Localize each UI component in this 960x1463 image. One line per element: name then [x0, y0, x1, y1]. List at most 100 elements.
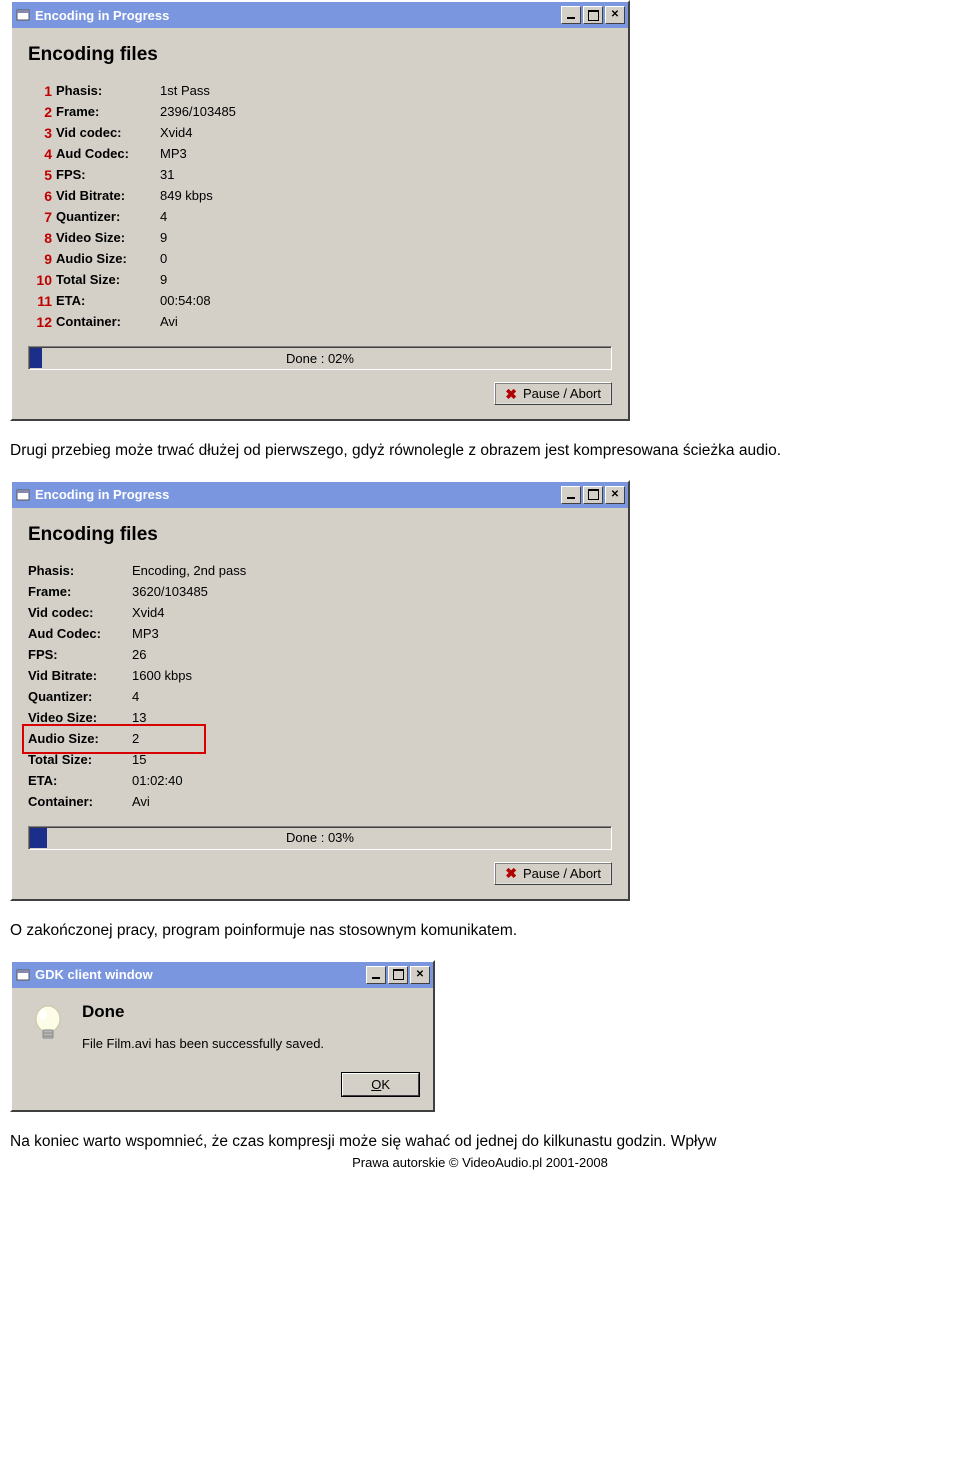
- row-value: Xvid4: [132, 605, 165, 620]
- pause-abort-button[interactable]: ✖ Pause / Abort: [494, 862, 612, 885]
- done-heading: Done: [82, 1002, 419, 1022]
- status-row: Container:Avi: [28, 791, 612, 812]
- status-row: FPS:26: [28, 644, 612, 665]
- row-label: Quantizer:: [56, 209, 160, 224]
- maximize-button[interactable]: [583, 6, 603, 24]
- row-value: Encoding, 2nd pass: [132, 563, 246, 578]
- pause-abort-label: Pause / Abort: [523, 866, 601, 881]
- row-number: 2: [28, 104, 56, 120]
- pause-abort-label: Pause / Abort: [523, 386, 601, 401]
- row-number: 9: [28, 251, 56, 267]
- done-dialog: GDK client window ✕ Done File Film.avi h: [10, 960, 435, 1112]
- row-label: FPS:: [28, 647, 132, 662]
- row-value: 15: [132, 752, 146, 767]
- row-label: ETA:: [56, 293, 160, 308]
- close-button[interactable]: ✕: [605, 486, 625, 504]
- row-value: 9: [160, 272, 167, 287]
- row-number: 8: [28, 230, 56, 246]
- row-label: Audio Size:: [28, 731, 132, 746]
- row-value: Avi: [132, 794, 150, 809]
- row-value: MP3: [132, 626, 159, 641]
- row-value: MP3: [160, 146, 187, 161]
- row-value: 13: [132, 710, 146, 725]
- pause-abort-button[interactable]: ✖ Pause / Abort: [494, 382, 612, 405]
- copyright-footer: Prawa autorskie © VideoAudio.pl 2001-200…: [10, 1155, 950, 1170]
- titlebar[interactable]: Encoding in Progress ✕: [12, 482, 628, 508]
- minimize-button[interactable]: [561, 6, 581, 24]
- close-button[interactable]: ✕: [605, 6, 625, 24]
- dialog-heading: Encoding files: [28, 524, 612, 546]
- progress-text: Done : 02%: [29, 347, 611, 369]
- status-row: 6Vid Bitrate:849 kbps: [28, 185, 612, 206]
- row-label: FPS:: [56, 167, 160, 182]
- row-label: Container:: [28, 794, 132, 809]
- minimize-button[interactable]: [561, 486, 581, 504]
- cancel-icon: ✖: [505, 866, 517, 880]
- dialog-heading: Encoding files: [28, 44, 612, 66]
- ok-button[interactable]: OK: [342, 1073, 419, 1096]
- status-row: Vid Bitrate:1600 kbps: [28, 665, 612, 686]
- row-value: 0: [160, 251, 167, 266]
- row-number: 11: [28, 293, 56, 309]
- row-value: 3620/103485: [132, 584, 208, 599]
- status-rows: 1Phasis:1st Pass2Frame:2396/1034853Vid c…: [28, 80, 612, 332]
- row-label: Video Size:: [56, 230, 160, 245]
- app-icon: [15, 7, 31, 23]
- row-number: 1: [28, 83, 56, 99]
- app-icon: [15, 487, 31, 503]
- status-row: 9Audio Size:0: [28, 248, 612, 269]
- window-title: GDK client window: [35, 967, 366, 982]
- lightbulb-icon: [26, 1002, 70, 1046]
- progress-text: Done : 03%: [29, 827, 611, 849]
- app-icon: [15, 967, 31, 983]
- row-label: Vid codec:: [56, 125, 160, 140]
- row-number: 10: [28, 272, 56, 288]
- titlebar[interactable]: GDK client window ✕: [12, 962, 433, 988]
- row-value: 1600 kbps: [132, 668, 192, 683]
- row-number: 6: [28, 188, 56, 204]
- encoding-window-1: Encoding in Progress ✕ Encoding files 1P…: [10, 0, 630, 421]
- row-value: 849 kbps: [160, 188, 213, 203]
- status-row: Aud Codec:MP3: [28, 623, 612, 644]
- status-row: 1Phasis:1st Pass: [28, 80, 612, 101]
- maximize-button[interactable]: [388, 966, 408, 984]
- paragraph-2: O zakończonej pracy, program poinformuje…: [10, 921, 930, 942]
- status-row: 8Video Size:9: [28, 227, 612, 248]
- titlebar[interactable]: Encoding in Progress ✕: [12, 2, 628, 28]
- row-number: 5: [28, 167, 56, 183]
- row-number: 7: [28, 209, 56, 225]
- row-value: 2396/103485: [160, 104, 236, 119]
- row-label: Video Size:: [28, 710, 132, 725]
- row-value: 4: [160, 209, 167, 224]
- maximize-button[interactable]: [583, 486, 603, 504]
- row-label: Audio Size:: [56, 251, 160, 266]
- status-row: 10Total Size:9: [28, 269, 612, 290]
- row-label: Aud Codec:: [28, 626, 132, 641]
- row-value: 31: [160, 167, 174, 182]
- row-number: 12: [28, 314, 56, 330]
- status-row: 3Vid codec:Xvid4: [28, 122, 612, 143]
- progress-bar: Done : 03%: [28, 826, 612, 850]
- status-row: Phasis:Encoding, 2nd pass: [28, 560, 612, 581]
- status-row: 12Container:Avi: [28, 311, 612, 332]
- window-title: Encoding in Progress: [35, 487, 561, 502]
- close-button[interactable]: ✕: [410, 966, 430, 984]
- status-row: 11ETA:00:54:08: [28, 290, 612, 311]
- status-row: Quantizer:4: [28, 686, 612, 707]
- row-value: Avi: [160, 314, 178, 329]
- done-message: File Film.avi has been successfully save…: [82, 1036, 419, 1051]
- window-title: Encoding in Progress: [35, 8, 561, 23]
- status-row: ETA:01:02:40: [28, 770, 612, 791]
- row-number: 4: [28, 146, 56, 162]
- status-row: Total Size:15: [28, 749, 612, 770]
- row-value: 00:54:08: [160, 293, 211, 308]
- row-label: Quantizer:: [28, 689, 132, 704]
- row-value: 01:02:40: [132, 773, 183, 788]
- row-value: 2: [132, 731, 139, 746]
- row-label: Container:: [56, 314, 160, 329]
- minimize-button[interactable]: [366, 966, 386, 984]
- row-value: 1st Pass: [160, 83, 210, 98]
- row-label: Vid Bitrate:: [56, 188, 160, 203]
- paragraph-1: Drugi przebieg może trwać dłużej od pier…: [10, 441, 930, 462]
- status-row: 4Aud Codec:MP3: [28, 143, 612, 164]
